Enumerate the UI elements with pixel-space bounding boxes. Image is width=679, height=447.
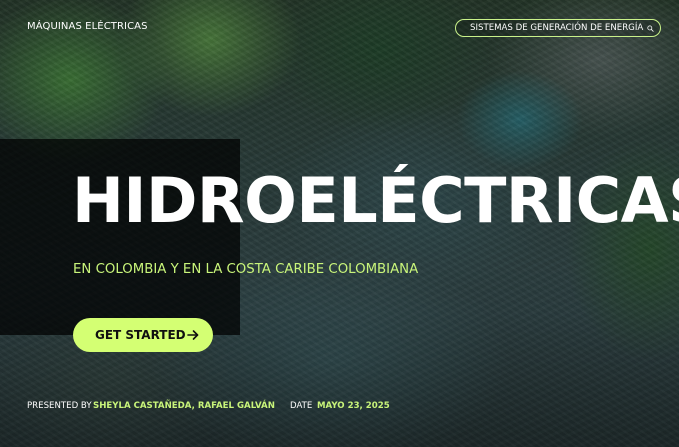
search-icon[interactable]	[647, 23, 654, 34]
topic-pill-label: SISTEMAS DE GENERACIÓN DE ENERGÍA	[470, 23, 644, 33]
date-label: DATE	[290, 401, 313, 411]
date-value: MAYO 23, 2025	[317, 401, 390, 411]
presented-by-label: PRESENTED BY	[27, 401, 92, 411]
page-subtitle: EN COLOMBIA Y EN LA COSTA CARIBE COLOMBI…	[73, 262, 419, 277]
page-title: HIDROELÉCTRICAS	[72, 164, 679, 237]
get-started-button[interactable]: GET STARTED	[73, 318, 213, 352]
presenters-value: SHEYLA CASTAÑEDA, RAFAEL GALVÁN	[93, 401, 275, 411]
get-started-label: GET STARTED	[95, 328, 186, 342]
topic-pill[interactable]: SISTEMAS DE GENERACIÓN DE ENERGÍA	[455, 19, 661, 37]
arrow-right-icon	[187, 330, 199, 340]
course-name: MÁQUINAS ELÉCTRICAS	[27, 21, 148, 32]
